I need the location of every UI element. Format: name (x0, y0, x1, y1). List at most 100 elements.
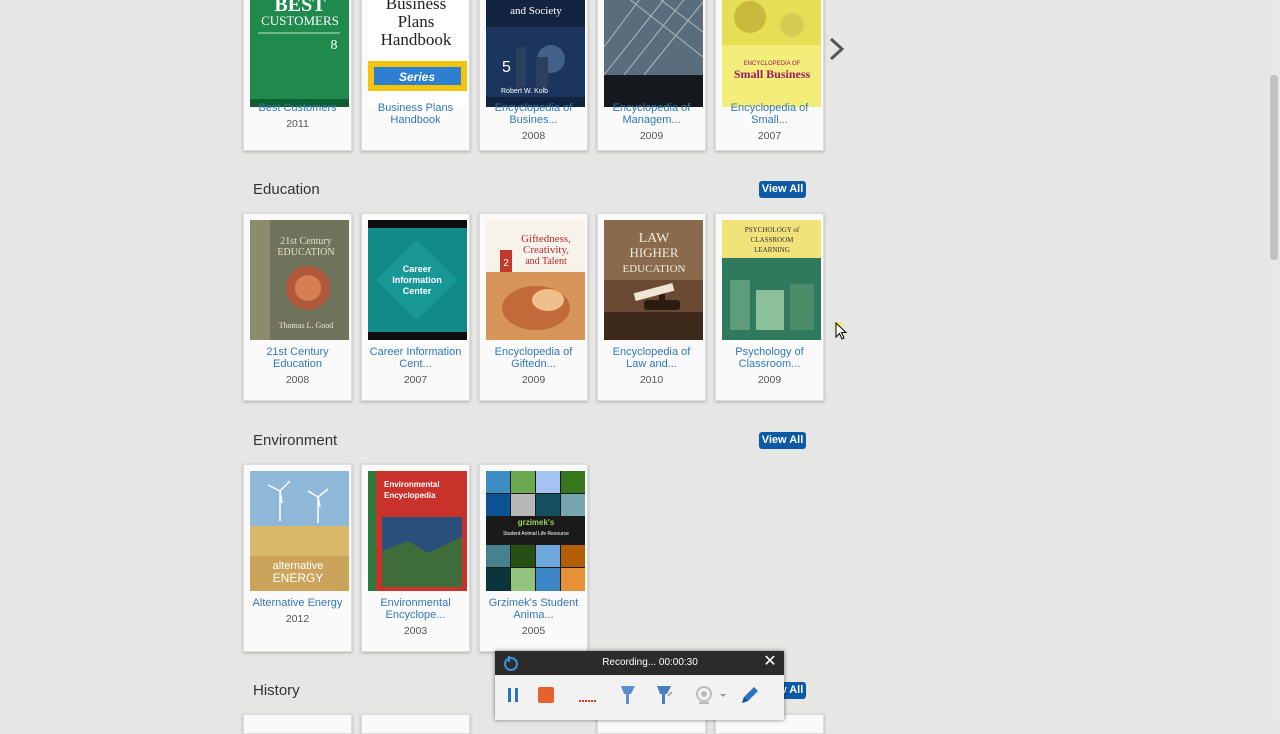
book-title-line2[interactable]: Handbook (390, 114, 440, 126)
cover-grz-line1: grzimek's (518, 518, 555, 527)
book-card-best-customers[interactable]: BEST CUSTOMERS 8 Best Customers 2011 (243, 0, 352, 151)
book-year: 2009 (521, 374, 546, 386)
book-title-line1[interactable]: Grzimek's Student (489, 597, 579, 609)
book-title-line2[interactable]: Cent... (399, 358, 431, 370)
book-title-line2[interactable]: Education (273, 358, 322, 370)
line-style-icon[interactable] (577, 684, 599, 706)
book-title-line1[interactable]: Business Plans (378, 102, 453, 114)
book-title-line1[interactable]: Encyclopedia of (731, 102, 809, 114)
book-title-line1[interactable]: Environmental (380, 597, 450, 609)
book-title[interactable]: Alternative Energy (248, 597, 347, 609)
book-cover-business-plans[interactable]: Business Plans Handbook Series (368, 0, 467, 107)
book-cover-psychology[interactable]: PSYCHOLOGY of CLASSROOM LEARNING (722, 220, 821, 340)
book-title-line1[interactable]: Psychology of (735, 346, 803, 358)
book-cover-enc-management[interactable] (604, 0, 703, 107)
close-icon[interactable]: ✕ (763, 654, 777, 670)
cover-gift-line3: and Talent (525, 256, 567, 267)
book-card-enc-management[interactable]: Encyclopedia of Managem... 2009 (597, 0, 706, 151)
chevron-right-icon[interactable] (826, 36, 848, 62)
book-title-line2[interactable]: Small... (751, 114, 788, 126)
book-card-business-plans[interactable]: Business Plans Handbook Series Business … (361, 0, 470, 151)
book-card-21st-century-education[interactable]: 21st Century EDUCATION Thomas L. Good 21… (243, 213, 352, 401)
cover-c21-line1: 21st Century (280, 236, 331, 247)
book-title[interactable]: Psychology of Classroom... (720, 346, 819, 370)
book-title[interactable]: Best Customers (248, 102, 347, 114)
book-title[interactable]: Encyclopedia of Giftedn... (484, 346, 583, 370)
book-cover-alt-energy[interactable]: alternative ENERGY (250, 471, 349, 591)
book-title[interactable]: 21st Century Education (248, 346, 347, 370)
book-title-line2[interactable]: Busines... (509, 114, 557, 126)
book-cover-env-enc[interactable]: Environmental Encyclopedia (368, 471, 467, 591)
book-card-enc-law-higher-education[interactable]: LAW HIGHER EDUCATION Encyclopedia of Law… (597, 213, 706, 401)
book-year: 2007 (757, 130, 782, 142)
book-cover-21st-century[interactable]: 21st Century EDUCATION Thomas L. Good (250, 220, 349, 340)
book-title-line1[interactable]: Alternative Energy (253, 597, 343, 609)
cover-career-line2: Information (392, 275, 442, 285)
book-card-enc-business[interactable]: and Society 5 Robert W. Kolb Encyclopedi… (479, 0, 588, 151)
book-title-line2[interactable]: Classroom... (739, 358, 801, 370)
book-title-line1[interactable]: Encyclopedia of (495, 346, 573, 358)
book-cover-enc-business[interactable]: and Society 5 Robert W. Kolb (486, 0, 585, 107)
book-title-line1[interactable]: Career Information (370, 346, 462, 358)
recorder-titlebar[interactable]: Recording... 00:00:30 ✕ (495, 651, 784, 675)
mouse-cursor-icon (834, 322, 848, 340)
book-title[interactable]: Environmental Encyclope... (366, 597, 465, 621)
book-title-line2[interactable]: Encyclope... (386, 609, 446, 621)
book-cover-best-customers[interactable]: BEST CUSTOMERS 8 (250, 0, 349, 107)
cover-env-line2: Encyclopedia (384, 491, 436, 500)
cover-bp-line2: Plans (398, 12, 435, 31)
book-cover-law[interactable]: LAW HIGHER EDUCATION (604, 220, 703, 340)
book-cover-grzimek[interactable]: grzimek's Student Animal Life Resource (486, 471, 585, 591)
book-year: 2003 (403, 625, 428, 637)
scrollbar-thumb[interactable] (1270, 75, 1278, 260)
cover-env-line1: Environmental (384, 480, 440, 489)
book-title-line2[interactable]: Giftedn... (511, 358, 556, 370)
book-title-line1[interactable]: Encyclopedia of (613, 102, 691, 114)
webcam-icon[interactable] (693, 684, 715, 706)
section-title-education: Education (253, 181, 320, 198)
book-title[interactable]: Encyclopedia of Law and... (602, 346, 701, 370)
book-title[interactable]: Business Plans Handbook (366, 102, 465, 126)
page-scrollbar[interactable] (1268, 0, 1280, 720)
book-card-enc-giftedness[interactable]: 2 Giftedness, Creativity, and Talent Enc… (479, 213, 588, 401)
book-title[interactable]: Career Information Cent... (366, 346, 465, 370)
book-cover-enc-small-business[interactable]: ENCYCLOPEDIA OF Small Business (722, 0, 821, 107)
recording-status: Recording... 00:00:30 (602, 657, 698, 668)
book-year: 2009 (757, 374, 782, 386)
book-title[interactable]: Encyclopedia of Busines... (484, 102, 583, 126)
chevron-down-icon[interactable] (718, 684, 728, 706)
cover-law-line3: EDUCATION (623, 263, 686, 275)
book-title-line1[interactable]: Best Customers (258, 102, 336, 114)
cover-career-line1: Career (403, 264, 432, 274)
book-card-grzimeks-student-animal[interactable]: grzimek's Student Animal Life Resource G… (479, 464, 588, 652)
book-card-career-information-center[interactable]: Career Information Center Career Informa… (361, 213, 470, 401)
book-title[interactable]: Encyclopedia of Managem... (602, 102, 701, 126)
book-card-history-1[interactable] (243, 714, 352, 734)
book-title-line2[interactable]: Law and... (626, 358, 677, 370)
book-card-enc-small-business[interactable]: ENCYCLOPEDIA OF Small Business Encyclope… (715, 0, 824, 151)
book-title-line1[interactable]: Encyclopedia of (613, 346, 691, 358)
book-cover-giftedness[interactable]: 2 Giftedness, Creativity, and Talent (486, 220, 585, 340)
book-title-line1[interactable]: Encyclopedia of (495, 102, 573, 114)
marker-icon[interactable] (653, 684, 675, 706)
book-title[interactable]: Encyclopedia of Small... (720, 102, 819, 126)
book-card-environmental-encyclopedia[interactable]: Environmental Encyclopedia Environmental… (361, 464, 470, 652)
book-card-alternative-energy[interactable]: alternative ENERGY Alternative Energy 20… (243, 464, 352, 652)
stop-icon[interactable] (535, 684, 557, 706)
book-title-line2[interactable]: Anima... (513, 609, 553, 621)
book-card-history-2[interactable] (361, 714, 470, 734)
highlighter-icon[interactable] (617, 684, 639, 706)
cover-law-line2: HIGHER (629, 245, 678, 260)
view-all-environment-button[interactable]: View All (759, 432, 806, 449)
view-all-education-button[interactable]: View All (759, 181, 806, 198)
book-year: 2007 (403, 374, 428, 386)
book-title[interactable]: Grzimek's Student Anima... (484, 597, 583, 621)
book-card-psychology-classroom[interactable]: PSYCHOLOGY of CLASSROOM LEARNING Psychol… (715, 213, 824, 401)
book-title-line1[interactable]: 21st Century (266, 346, 328, 358)
book-cover-career[interactable]: Career Information Center (368, 220, 467, 340)
cover-es-line2: Small Business (734, 67, 811, 81)
book-title-line2[interactable]: Managem... (622, 114, 680, 126)
pause-icon[interactable] (502, 684, 524, 706)
cover-bp-band: Series (399, 70, 435, 84)
pen-icon[interactable] (739, 684, 761, 706)
